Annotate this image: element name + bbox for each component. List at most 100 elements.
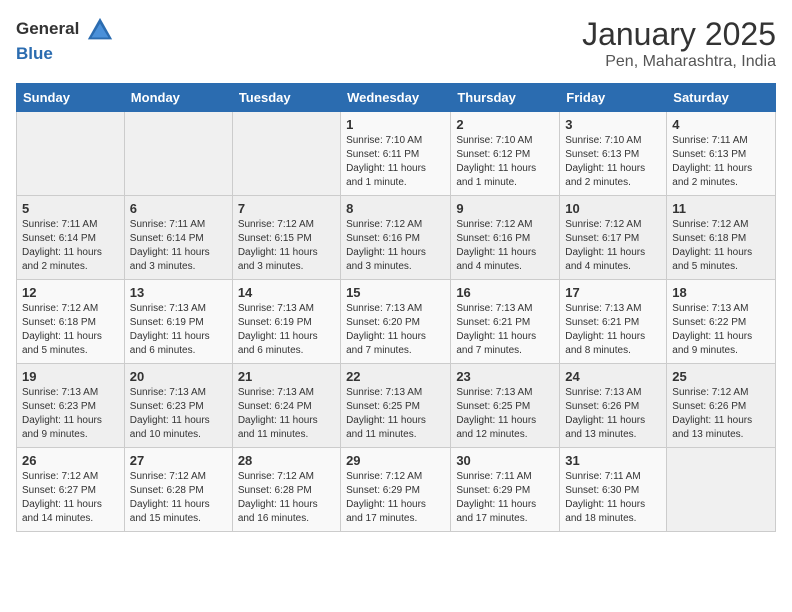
calendar-day-cell: 1 Sunrise: 7:10 AM Sunset: 6:11 PM Dayli…: [341, 112, 451, 196]
sunrise-text: Sunrise: 7:13 AM: [346, 387, 422, 398]
daylight-text: Daylight: 11 hours and 16 minutes.: [238, 499, 318, 524]
day-info: Sunrise: 7:10 AM Sunset: 6:12 PM Dayligh…: [456, 134, 554, 190]
sunset-text: Sunset: 6:14 PM: [22, 233, 96, 244]
sunset-text: Sunset: 6:13 PM: [565, 149, 639, 160]
day-info: Sunrise: 7:13 AM Sunset: 6:26 PM Dayligh…: [565, 386, 661, 442]
day-number: 17: [565, 285, 661, 300]
calendar-day-cell: 15 Sunrise: 7:13 AM Sunset: 6:20 PM Dayl…: [341, 280, 451, 364]
sunrise-text: Sunrise: 7:12 AM: [672, 387, 748, 398]
day-info: Sunrise: 7:13 AM Sunset: 6:21 PM Dayligh…: [565, 302, 661, 358]
sunrise-text: Sunrise: 7:13 AM: [22, 387, 98, 398]
calendar-day-cell: [17, 112, 125, 196]
day-info: Sunrise: 7:13 AM Sunset: 6:25 PM Dayligh…: [456, 386, 554, 442]
sunrise-text: Sunrise: 7:12 AM: [346, 219, 422, 230]
day-info: Sunrise: 7:13 AM Sunset: 6:19 PM Dayligh…: [130, 302, 227, 358]
day-info: Sunrise: 7:12 AM Sunset: 6:28 PM Dayligh…: [238, 470, 335, 526]
sunrise-text: Sunrise: 7:10 AM: [565, 135, 641, 146]
daylight-text: Daylight: 11 hours and 18 minutes.: [565, 499, 645, 524]
day-number: 2: [456, 117, 554, 132]
daylight-text: Daylight: 11 hours and 11 minutes.: [238, 415, 318, 440]
sunrise-text: Sunrise: 7:13 AM: [672, 303, 748, 314]
day-of-week-header: Wednesday: [341, 84, 451, 112]
day-number: 3: [565, 117, 661, 132]
day-number: 16: [456, 285, 554, 300]
day-info: Sunrise: 7:12 AM Sunset: 6:18 PM Dayligh…: [672, 218, 770, 274]
calendar-day-cell: 26 Sunrise: 7:12 AM Sunset: 6:27 PM Dayl…: [17, 448, 125, 532]
day-info: Sunrise: 7:12 AM Sunset: 6:26 PM Dayligh…: [672, 386, 770, 442]
day-number: 7: [238, 201, 335, 216]
calendar-day-cell: 8 Sunrise: 7:12 AM Sunset: 6:16 PM Dayli…: [341, 196, 451, 280]
daylight-text: Daylight: 11 hours and 6 minutes.: [130, 331, 210, 356]
daylight-text: Daylight: 11 hours and 1 minute.: [346, 163, 426, 188]
calendar-week-row: 12 Sunrise: 7:12 AM Sunset: 6:18 PM Dayl…: [17, 280, 776, 364]
daylight-text: Daylight: 11 hours and 17 minutes.: [346, 499, 426, 524]
day-number: 8: [346, 201, 445, 216]
day-info: Sunrise: 7:10 AM Sunset: 6:13 PM Dayligh…: [565, 134, 661, 190]
location-title: Pen, Maharashtra, India: [582, 53, 776, 71]
calendar-day-cell: 19 Sunrise: 7:13 AM Sunset: 6:23 PM Dayl…: [17, 364, 125, 448]
calendar-week-row: 19 Sunrise: 7:13 AM Sunset: 6:23 PM Dayl…: [17, 364, 776, 448]
daylight-text: Daylight: 11 hours and 9 minutes.: [672, 331, 752, 356]
logo-general: General: [16, 19, 79, 38]
day-info: Sunrise: 7:13 AM Sunset: 6:19 PM Dayligh…: [238, 302, 335, 358]
sunrise-text: Sunrise: 7:12 AM: [22, 303, 98, 314]
day-of-week-header: Monday: [124, 84, 232, 112]
day-info: Sunrise: 7:12 AM Sunset: 6:17 PM Dayligh…: [565, 218, 661, 274]
day-number: 12: [22, 285, 119, 300]
day-info: Sunrise: 7:11 AM Sunset: 6:13 PM Dayligh…: [672, 134, 770, 190]
daylight-text: Daylight: 11 hours and 13 minutes.: [565, 415, 645, 440]
sunset-text: Sunset: 6:21 PM: [565, 317, 639, 328]
sunrise-text: Sunrise: 7:12 AM: [22, 471, 98, 482]
calendar-day-cell: 21 Sunrise: 7:13 AM Sunset: 6:24 PM Dayl…: [232, 364, 340, 448]
day-number: 24: [565, 369, 661, 384]
sunset-text: Sunset: 6:28 PM: [130, 485, 204, 496]
day-of-week-header: Saturday: [667, 84, 776, 112]
day-info: Sunrise: 7:12 AM Sunset: 6:28 PM Dayligh…: [130, 470, 227, 526]
daylight-text: Daylight: 11 hours and 1 minute.: [456, 163, 536, 188]
calendar-day-cell: 27 Sunrise: 7:12 AM Sunset: 6:28 PM Dayl…: [124, 448, 232, 532]
day-number: 25: [672, 369, 770, 384]
sunset-text: Sunset: 6:17 PM: [565, 233, 639, 244]
calendar-day-cell: 3 Sunrise: 7:10 AM Sunset: 6:13 PM Dayli…: [560, 112, 667, 196]
calendar-day-cell: 30 Sunrise: 7:11 AM Sunset: 6:29 PM Dayl…: [451, 448, 560, 532]
daylight-text: Daylight: 11 hours and 13 minutes.: [672, 415, 752, 440]
calendar-day-cell: 7 Sunrise: 7:12 AM Sunset: 6:15 PM Dayli…: [232, 196, 340, 280]
day-number: 18: [672, 285, 770, 300]
title-block: January 2025 Pen, Maharashtra, India: [582, 16, 776, 71]
calendar-day-cell: 28 Sunrise: 7:12 AM Sunset: 6:28 PM Dayl…: [232, 448, 340, 532]
daylight-text: Daylight: 11 hours and 8 minutes.: [565, 331, 645, 356]
calendar-week-row: 5 Sunrise: 7:11 AM Sunset: 6:14 PM Dayli…: [17, 196, 776, 280]
sunrise-text: Sunrise: 7:11 AM: [130, 219, 205, 230]
sunset-text: Sunset: 6:22 PM: [672, 317, 746, 328]
daylight-text: Daylight: 11 hours and 6 minutes.: [238, 331, 318, 356]
day-number: 13: [130, 285, 227, 300]
sunset-text: Sunset: 6:11 PM: [346, 149, 419, 160]
day-number: 31: [565, 453, 661, 468]
day-info: Sunrise: 7:12 AM Sunset: 6:16 PM Dayligh…: [346, 218, 445, 274]
calendar-day-cell: 17 Sunrise: 7:13 AM Sunset: 6:21 PM Dayl…: [560, 280, 667, 364]
day-info: Sunrise: 7:12 AM Sunset: 6:29 PM Dayligh…: [346, 470, 445, 526]
day-info: Sunrise: 7:13 AM Sunset: 6:21 PM Dayligh…: [456, 302, 554, 358]
daylight-text: Daylight: 11 hours and 10 minutes.: [130, 415, 210, 440]
sunset-text: Sunset: 6:13 PM: [672, 149, 746, 160]
day-number: 5: [22, 201, 119, 216]
daylight-text: Daylight: 11 hours and 11 minutes.: [346, 415, 426, 440]
day-of-week-header: Friday: [560, 84, 667, 112]
logo-icon: [86, 16, 114, 44]
calendar-day-cell: 12 Sunrise: 7:12 AM Sunset: 6:18 PM Dayl…: [17, 280, 125, 364]
day-info: Sunrise: 7:13 AM Sunset: 6:24 PM Dayligh…: [238, 386, 335, 442]
day-of-week-header: Tuesday: [232, 84, 340, 112]
day-of-week-header: Thursday: [451, 84, 560, 112]
day-info: Sunrise: 7:11 AM Sunset: 6:30 PM Dayligh…: [565, 470, 661, 526]
sunrise-text: Sunrise: 7:11 AM: [672, 135, 747, 146]
calendar-day-cell: 16 Sunrise: 7:13 AM Sunset: 6:21 PM Dayl…: [451, 280, 560, 364]
sunset-text: Sunset: 6:20 PM: [346, 317, 420, 328]
day-number: 9: [456, 201, 554, 216]
calendar-day-cell: 25 Sunrise: 7:12 AM Sunset: 6:26 PM Dayl…: [667, 364, 776, 448]
sunrise-text: Sunrise: 7:13 AM: [565, 387, 641, 398]
logo-blue: Blue: [16, 44, 53, 63]
daylight-text: Daylight: 11 hours and 7 minutes.: [346, 331, 426, 356]
calendar-day-cell: 29 Sunrise: 7:12 AM Sunset: 6:29 PM Dayl…: [341, 448, 451, 532]
daylight-text: Daylight: 11 hours and 2 minutes.: [672, 163, 752, 188]
sunset-text: Sunset: 6:19 PM: [130, 317, 204, 328]
